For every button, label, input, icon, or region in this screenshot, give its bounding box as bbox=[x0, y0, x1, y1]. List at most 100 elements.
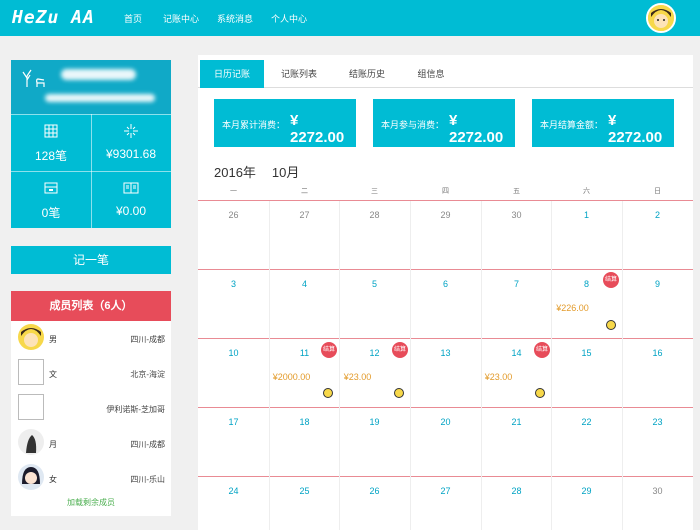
calendar-day[interactable]: 15 bbox=[551, 348, 622, 358]
weekday-label: 五 bbox=[513, 188, 520, 195]
day-amount[interactable]: ¥2000.00 bbox=[256, 372, 327, 382]
user-avatar[interactable] bbox=[646, 3, 676, 33]
weekday-label: 日 bbox=[654, 188, 661, 195]
weekday-label: 四 bbox=[442, 188, 449, 195]
calendar-day[interactable]: 28 bbox=[481, 486, 552, 496]
summary-label: 本月累计消费： bbox=[222, 120, 286, 130]
tab-record-list[interactable]: 记账列表 bbox=[268, 60, 330, 88]
settled-badge: 结算 bbox=[534, 342, 550, 358]
participant-avatar bbox=[394, 388, 404, 398]
calendar-day[interactable]: 30 bbox=[622, 486, 693, 496]
tab-calendar[interactable]: 日历记账 bbox=[200, 60, 264, 88]
inbox-icon bbox=[44, 182, 58, 194]
avatar-face-icon bbox=[21, 328, 41, 347]
day-amount[interactable]: ¥23.00 bbox=[463, 372, 534, 382]
day-amount[interactable]: ¥23.00 bbox=[322, 372, 393, 382]
member-item[interactable]: 月 四川-成都 bbox=[11, 427, 171, 462]
calendar-day[interactable]: 13 bbox=[410, 348, 481, 358]
column-divider bbox=[269, 201, 270, 530]
calendar-day[interactable]: 10 bbox=[198, 348, 269, 358]
nav-accounting-center[interactable]: 记账中心 bbox=[163, 12, 199, 25]
member-location: 四川-成都 bbox=[130, 440, 165, 449]
member-item[interactable]: 男 四川-成都 bbox=[11, 322, 171, 357]
summary-label: 本月结算金额： bbox=[540, 120, 604, 130]
member-avatar bbox=[18, 464, 44, 490]
calendar-day[interactable]: 2 bbox=[622, 210, 693, 220]
member-location: 北京-海淀 bbox=[130, 370, 165, 379]
weekday-label: 二 bbox=[301, 188, 308, 195]
calendar-day[interactable]: 28 bbox=[339, 210, 410, 220]
calendar-day[interactable]: 3 bbox=[198, 279, 269, 289]
week-separator bbox=[198, 476, 693, 477]
member-avatar bbox=[18, 429, 44, 455]
calendar-day[interactable]: 19 bbox=[339, 417, 410, 427]
member-item[interactable]: 伊利诺斯-芝加哥 bbox=[11, 392, 171, 427]
week-separator bbox=[198, 269, 693, 270]
calendar-day[interactable]: 5 bbox=[339, 279, 410, 289]
participant-avatar bbox=[535, 388, 545, 398]
column-divider bbox=[622, 201, 623, 530]
calendar-day[interactable]: 27 bbox=[269, 210, 340, 220]
calendar-day[interactable]: 27 bbox=[410, 486, 481, 496]
avatar-girl-icon bbox=[22, 467, 40, 484]
add-record-button[interactable]: 记一笔 bbox=[11, 246, 171, 274]
nav-system-messages[interactable]: 系统消息 bbox=[217, 12, 253, 25]
summary-settlement: 本月结算金额： ¥ 2272.00 bbox=[532, 99, 674, 147]
load-more-members-link[interactable]: 加载剩余成员 bbox=[11, 497, 171, 508]
participant-avatar bbox=[606, 320, 616, 330]
stat-pending-count: 0笔 bbox=[11, 172, 91, 229]
weekday-header: 一 二 三 四 五 六 日 bbox=[198, 186, 693, 200]
member-list-title: 成员列表（6人） bbox=[11, 291, 171, 321]
member-avatar bbox=[18, 324, 44, 350]
calendar-day[interactable]: 26 bbox=[198, 210, 269, 220]
calendar-day[interactable]: 23 bbox=[622, 417, 693, 427]
calendar-year: 2016年 bbox=[214, 165, 256, 180]
calendar-day[interactable]: 24 bbox=[198, 486, 269, 496]
profile-card: 128笔 ¥9301.68 0笔 ¥0.00 bbox=[11, 60, 171, 228]
profile-subtitle-blurred bbox=[45, 94, 155, 102]
calendar-day[interactable]: 21 bbox=[481, 417, 552, 427]
stat-value: ¥9301.68 bbox=[105, 147, 157, 161]
app-logo[interactable]: HeZu AA bbox=[12, 7, 95, 28]
summary-participated: 本月参与消费： ¥ 2272.00 bbox=[373, 99, 515, 147]
calendar-day[interactable]: 18 bbox=[269, 417, 340, 427]
avatar-face-icon bbox=[648, 5, 674, 31]
nav-home[interactable]: 首页 bbox=[124, 12, 142, 25]
calendar-day[interactable]: 4 bbox=[269, 279, 340, 289]
tab-bar: 日历记账 记账列表 结账历史 组信息 bbox=[198, 55, 693, 88]
member-location: 四川-乐山 bbox=[130, 475, 165, 484]
calendar-day[interactable]: 9 bbox=[622, 279, 693, 289]
settled-badge: 结算 bbox=[321, 342, 337, 358]
day-amount[interactable]: ¥226.00 bbox=[537, 303, 608, 313]
book-icon bbox=[123, 182, 139, 194]
calendar-day[interactable]: 22 bbox=[551, 417, 622, 427]
column-divider bbox=[339, 201, 340, 530]
summary-amount: ¥ 2272.00 bbox=[608, 112, 663, 146]
calendar-day[interactable]: 29 bbox=[551, 486, 622, 496]
member-item[interactable]: 文 北京-海淀 bbox=[11, 357, 171, 392]
nav-personal-center[interactable]: 个人中心 bbox=[271, 12, 307, 25]
calendar-day[interactable]: 25 bbox=[269, 486, 340, 496]
stat-total-amount: ¥9301.68 bbox=[91, 115, 171, 172]
member-avatar-broken-image bbox=[18, 359, 44, 385]
calendar-month: 10月 bbox=[271, 165, 300, 180]
member-name: 男 bbox=[49, 335, 57, 344]
settled-badge: 结算 bbox=[392, 342, 408, 358]
summary-amount: ¥ 2272.00 bbox=[449, 112, 504, 146]
calendar-day[interactable]: 1 bbox=[551, 210, 622, 220]
tab-settlement-history[interactable]: 结账历史 bbox=[336, 60, 398, 88]
calendar-day[interactable]: 6 bbox=[410, 279, 481, 289]
calendar-day[interactable]: 30 bbox=[481, 210, 552, 220]
tab-group-info[interactable]: 组信息 bbox=[402, 60, 460, 88]
member-item[interactable]: 女 四川-乐山 bbox=[11, 462, 171, 497]
top-navbar: HeZu AA 首页 记账中心 系统消息 个人中心 bbox=[0, 0, 700, 36]
week-separator bbox=[198, 407, 693, 408]
calendar-day[interactable]: 7 bbox=[481, 279, 552, 289]
calendar-day[interactable]: 26 bbox=[339, 486, 410, 496]
calendar-day[interactable]: 16 bbox=[622, 348, 693, 358]
calendar-day[interactable]: 17 bbox=[198, 417, 269, 427]
calendar-day[interactable]: 29 bbox=[410, 210, 481, 220]
calendar-title: 2016年 10月 bbox=[214, 162, 315, 181]
calendar-day[interactable]: 20 bbox=[410, 417, 481, 427]
member-name: 文 bbox=[49, 370, 57, 379]
